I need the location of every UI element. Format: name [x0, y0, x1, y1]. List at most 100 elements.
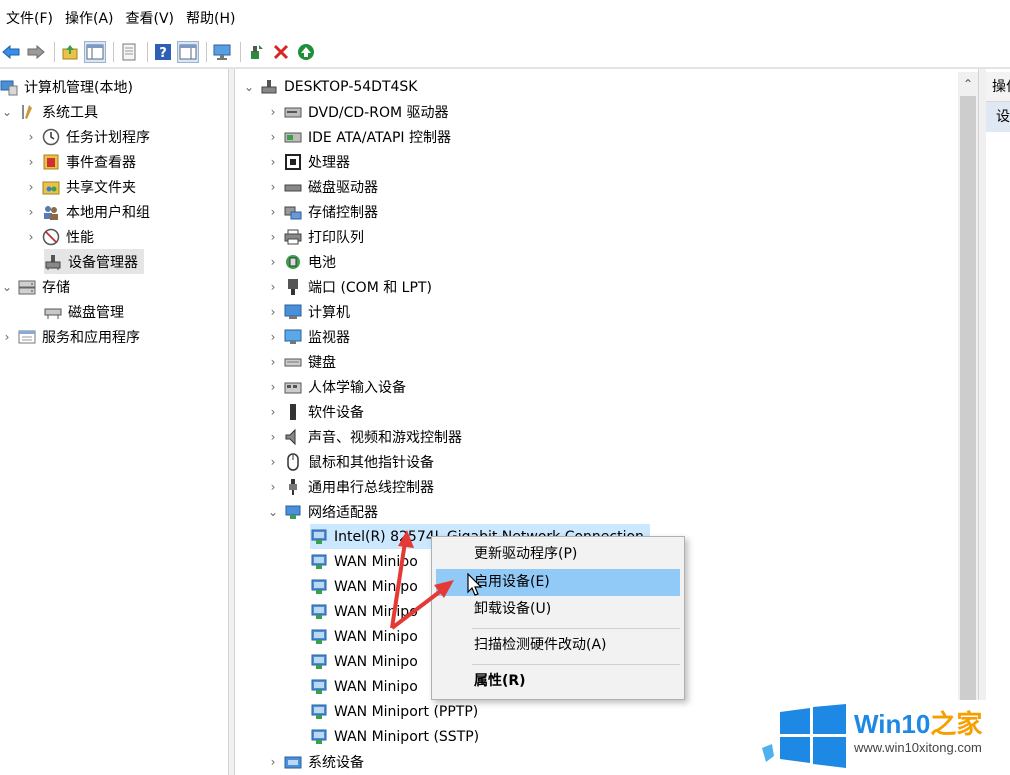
chevron-right-icon[interactable]: › — [266, 405, 280, 419]
chevron-down-icon[interactable]: ⌄ — [266, 505, 280, 519]
export-icon[interactable] — [118, 41, 140, 63]
chevron-right-icon[interactable]: › — [24, 155, 38, 169]
tree-item-system-tools[interactable]: ⌄ 系统工具 — [0, 99, 98, 124]
device-category-computer[interactable]: › 计算机 — [266, 299, 350, 324]
enable-icon[interactable] — [295, 41, 317, 63]
tree-item-device-manager[interactable]: 设备管理器 — [44, 249, 144, 274]
up-folder-icon[interactable] — [59, 41, 81, 63]
network-adapter-icon — [284, 503, 302, 521]
network-adapter-item[interactable]: WAN Miniport (PPTP) — [310, 699, 478, 724]
pane-splitter-left[interactable] — [228, 69, 235, 775]
device-category-disk-drive[interactable]: › 磁盘驱动器 — [266, 174, 378, 199]
device-category-ide-controller[interactable]: › IDE ATA/ATAPI 控制器 — [266, 124, 451, 149]
device-category-hid[interactable]: › 人体学输入设备 — [266, 374, 406, 399]
menu-item-uninstall-device[interactable]: 卸载设备(U) — [436, 596, 680, 623]
tree-item-computer-management[interactable]: 计算机管理(本地) — [0, 74, 133, 99]
tree-item-services-apps[interactable]: › 服务和应用程序 — [0, 324, 140, 349]
device-category-network-adapter[interactable]: ⌄ 网络适配器 — [266, 499, 378, 524]
device-category-label: 声音、视频和游戏控制器 — [308, 429, 462, 446]
tree-item-local-users[interactable]: › 本地用户和组 — [24, 199, 150, 224]
menu-file[interactable]: 文件(F) — [4, 0, 63, 38]
network-adapter-icon — [310, 653, 328, 671]
help-icon[interactable]: ? — [152, 41, 174, 63]
chevron-right-icon[interactable]: › — [266, 330, 280, 344]
tools-icon — [18, 103, 36, 121]
network-adapter-icon — [310, 553, 328, 571]
tree-item-system-devices[interactable]: › 系统设备 — [266, 749, 364, 774]
update-driver-icon[interactable] — [245, 41, 267, 63]
chevron-right-icon[interactable]: › — [266, 230, 280, 244]
back-icon[interactable] — [0, 41, 22, 63]
device-category-usb[interactable]: › 通用串行总线控制器 — [266, 474, 434, 499]
menu-action[interactable]: 操作(A) — [63, 0, 124, 38]
actions-subheader[interactable]: 设备管理器 — [986, 102, 1010, 132]
tree-item-performance[interactable]: › 性能 — [24, 224, 94, 249]
chevron-right-icon[interactable]: › — [266, 455, 280, 469]
network-adapter-item[interactable]: WAN Minipo — [310, 674, 418, 699]
chevron-right-icon[interactable]: › — [266, 755, 280, 769]
pane-splitter-right[interactable] — [978, 69, 986, 775]
chevron-right-icon[interactable]: › — [0, 330, 14, 344]
uninstall-icon[interactable] — [270, 41, 292, 63]
chevron-right-icon[interactable]: › — [266, 105, 280, 119]
chevron-down-icon[interactable]: ⌄ — [0, 280, 14, 294]
device-category-label: 计算机 — [308, 304, 350, 321]
computer-management-icon — [0, 78, 18, 96]
device-category-print-queue[interactable]: › 打印队列 — [266, 224, 364, 249]
network-adapter-icon — [310, 703, 328, 721]
device-category-storage-controller[interactable]: › 存储控制器 — [266, 199, 378, 224]
network-adapter-item[interactable]: WAN Miniport (SSTP) — [310, 724, 479, 749]
menu-item-scan-hardware[interactable]: 扫描检测硬件改动(A) — [436, 632, 680, 659]
device-category-port[interactable]: › 端口 (COM 和 LPT) — [266, 274, 432, 299]
chevron-right-icon[interactable]: › — [266, 205, 280, 219]
chevron-right-icon[interactable]: › — [24, 205, 38, 219]
tree-item-storage[interactable]: ⌄ 存储 — [0, 274, 70, 299]
device-category-sound[interactable]: › 声音、视频和游戏控制器 — [266, 424, 462, 449]
tree-item-shared-folders[interactable]: › 共享文件夹 — [24, 174, 136, 199]
chevron-right-icon[interactable]: › — [266, 280, 280, 294]
scroll-thumb[interactable] — [960, 96, 976, 766]
device-category-keyboard[interactable]: › 键盘 — [266, 349, 336, 374]
view-icon[interactable] — [177, 41, 199, 63]
annotation-arrows — [390, 530, 454, 630]
tree-item-task-scheduler[interactable]: › 任务计划程序 — [24, 124, 150, 149]
device-category-label: 打印队列 — [308, 229, 364, 246]
chevron-right-icon[interactable]: › — [24, 180, 38, 194]
tree-item-disk-management[interactable]: 磁盘管理 — [44, 299, 124, 324]
network-adapter-item[interactable]: WAN Minipo — [310, 649, 418, 674]
device-category-monitor[interactable]: › 监视器 — [266, 324, 350, 349]
chevron-right-icon[interactable]: › — [266, 255, 280, 269]
device-category-software-device[interactable]: › 软件设备 — [266, 399, 364, 424]
tree-item-event-viewer[interactable]: › 事件查看器 — [24, 149, 136, 174]
scroll-up-icon[interactable]: ⌃ — [958, 74, 978, 94]
network-adapter-label: WAN Minipo — [334, 678, 418, 695]
chevron-right-icon[interactable]: › — [24, 230, 38, 244]
chevron-right-icon[interactable]: › — [266, 480, 280, 494]
chevron-right-icon[interactable]: › — [266, 430, 280, 444]
device-category-processor[interactable]: › 处理器 — [266, 149, 350, 174]
chevron-down-icon[interactable]: ⌄ — [0, 105, 14, 119]
chevron-right-icon[interactable]: › — [266, 155, 280, 169]
device-category-mouse[interactable]: › 鼠标和其他指针设备 — [266, 449, 434, 474]
chevron-right-icon[interactable]: › — [266, 180, 280, 194]
chevron-down-icon[interactable]: ⌄ — [242, 80, 256, 94]
device-category-dvd-drive[interactable]: › DVD/CD-ROM 驱动器 — [266, 99, 449, 124]
menu-item-properties[interactable]: 属性(R) — [436, 668, 680, 695]
device-manager-icon — [44, 253, 62, 271]
vertical-scrollbar[interactable]: ⌃ — [958, 72, 978, 775]
menu-item-update-driver[interactable]: 更新驱动程序(P) — [436, 541, 680, 568]
chevron-right-icon[interactable]: › — [266, 355, 280, 369]
forward-icon[interactable] — [25, 41, 47, 63]
chevron-right-icon[interactable]: › — [266, 305, 280, 319]
chevron-right-icon[interactable]: › — [24, 130, 38, 144]
menu-help[interactable]: 帮助(H) — [184, 0, 245, 38]
show-hide-tree-icon[interactable] — [84, 41, 106, 63]
chevron-right-icon[interactable]: › — [266, 130, 280, 144]
chevron-right-icon[interactable]: › — [266, 380, 280, 394]
monitor-icon[interactable] — [211, 41, 233, 63]
menu-view[interactable]: 查看(V) — [124, 0, 185, 38]
device-category-label: 处理器 — [308, 154, 350, 171]
tree-item-computer-root[interactable]: ⌄ DESKTOP-54DT4SK — [242, 74, 418, 99]
network-adapter-icon — [310, 678, 328, 696]
device-category-battery[interactable]: › 电池 — [266, 249, 336, 274]
